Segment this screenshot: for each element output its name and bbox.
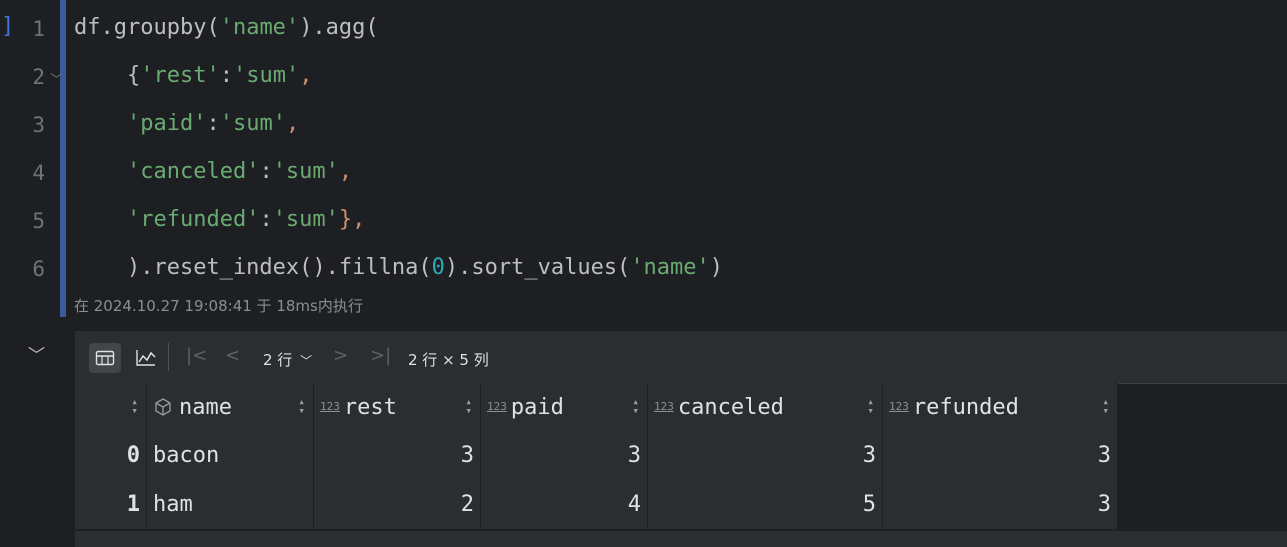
code-token: 'sum' (219, 111, 286, 136)
sort-icon[interactable]: ▴ ▾ (465, 396, 472, 416)
column-header-refunded[interactable]: 123 refunded ▴ ▾ (882, 383, 1118, 431)
code-line[interactable]: 'paid':'sum', (74, 111, 299, 136)
code-token: 'canceled' (126, 159, 260, 184)
sort-icon[interactable]: ▴ ▾ (632, 396, 639, 416)
code-line[interactable]: ).reset_index().fillna(0).sort_values('n… (74, 255, 723, 280)
fold-chevron-icon[interactable]: ﹀ (50, 69, 63, 88)
code-token: 'sum' (232, 63, 300, 88)
code-token: , (338, 159, 353, 184)
line-number: 1 (32, 17, 45, 41)
row-index: 0 (75, 431, 147, 480)
code-token: ).sort_values( (444, 255, 631, 280)
code-line[interactable]: df.groupby('name').agg( (74, 15, 379, 40)
table-cell[interactable]: 4 (480, 480, 648, 529)
column-header-paid[interactable]: 123 paid ▴ ▾ (480, 383, 648, 431)
code-token: 'sum' (272, 159, 339, 184)
code-token: 'paid' (126, 111, 207, 136)
previous-page-icon[interactable]: < (225, 345, 240, 366)
code-line[interactable]: 'canceled':'sum', (74, 159, 352, 184)
code-token: 0 (431, 255, 445, 280)
cell-selection-bar (60, 0, 66, 317)
line-number: 6 (32, 257, 45, 281)
table-icon (95, 350, 115, 366)
code-token: 'rest' (140, 63, 220, 88)
column-header-label: canceled (677, 394, 784, 420)
code-token: : (259, 159, 273, 184)
line-number: 3 (32, 113, 45, 137)
output-footer (75, 531, 1287, 547)
dataframe-table: ▴▾ name ▴▾ 123rest ▴▾ 123paid ▴▾ 1 (75, 383, 1118, 529)
rows-per-page-select[interactable]: 2 行 ﹀ (263, 349, 312, 370)
column-header-rest[interactable]: 123 rest ▴ ▾ (313, 383, 481, 431)
line-chart-icon (136, 350, 156, 366)
column-header-label: paid (510, 394, 564, 420)
sort-icon[interactable]: ▴ ▾ (1102, 396, 1109, 416)
table-cell[interactable]: 2 (313, 480, 481, 529)
column-header-label: refunded (912, 394, 1019, 420)
table-cell[interactable]: bacon (146, 431, 314, 480)
code-token: ).agg( (299, 15, 379, 40)
code-token: , (285, 111, 300, 136)
numeric-type-icon: 123 (487, 399, 507, 413)
sort-icon[interactable]: ▴ ▾ (298, 396, 305, 416)
code-token: ).reset_index().fillna( (74, 255, 432, 280)
code-token: }, (338, 207, 366, 232)
table-cell[interactable]: 3 (313, 431, 481, 480)
table-cell[interactable]: 3 (480, 431, 648, 480)
code-token: df.groupby( (74, 15, 220, 40)
column-header-canceled[interactable]: 123 canceled ▴ ▾ (647, 383, 883, 431)
numeric-type-icon: 123 (654, 399, 674, 413)
first-page-icon[interactable]: |< (186, 345, 207, 366)
line-number: 2 (32, 65, 45, 89)
line-number: 4 (32, 161, 45, 185)
chevron-down-icon: ﹀ (300, 354, 313, 368)
table-cell[interactable]: 5 (647, 480, 883, 529)
row-index: 1 (75, 480, 147, 529)
table-cell[interactable]: 3 (882, 431, 1118, 480)
table-cell[interactable]: 3 (882, 480, 1118, 529)
code-token: 'refunded' (126, 207, 260, 232)
code-token: { (74, 63, 141, 88)
output-toolbar: |< < 2 行 ﹀ > >| 2 行 × 5 列 (75, 331, 1287, 384)
sort-icon[interactable]: ▴ ▾ (867, 396, 874, 416)
code-token: : (219, 63, 233, 88)
execution-status: 在 2024.10.27 19:08:41 于 18ms内执行 (74, 297, 363, 315)
code-token: ) (709, 255, 724, 280)
column-header-label: rest (343, 394, 397, 420)
numeric-type-icon: 123 (320, 399, 340, 413)
next-page-icon[interactable]: > (333, 345, 348, 366)
code-token: 'sum' (272, 207, 339, 232)
code-token: : (206, 111, 220, 136)
code-line[interactable]: 'refunded':'sum'}, (74, 207, 365, 232)
chart-view-button[interactable] (129, 343, 161, 373)
code-line[interactable]: {'rest':'sum', (74, 63, 312, 88)
table-cell[interactable]: ham (146, 480, 314, 529)
code-token: 'name' (630, 255, 710, 280)
table-row[interactable]: 1 ham 2 4 5 3 (75, 480, 1118, 529)
last-page-icon[interactable]: >| (370, 345, 391, 366)
column-header-label: name (179, 394, 232, 420)
table-view-button[interactable] (89, 343, 121, 373)
rows-per-page-label: 2 行 (263, 351, 293, 369)
code-token: 'name' (219, 15, 300, 40)
code-token: , (299, 63, 313, 88)
table-header-row: ▴▾ name ▴▾ 123rest ▴▾ 123paid ▴▾ 1 (75, 383, 1118, 431)
code-token: : (259, 207, 273, 232)
column-header-name[interactable]: name ▴ ▾ (146, 383, 314, 431)
toolbar-divider (168, 343, 169, 371)
numeric-type-icon: 123 (889, 399, 909, 413)
object-type-icon (155, 397, 171, 416)
table-cell[interactable]: 3 (647, 431, 883, 480)
index-column-header[interactable]: ▴ ▾ (75, 383, 147, 431)
sort-icon[interactable]: ▴ ▾ (131, 396, 138, 416)
table-row[interactable]: 0 bacon 3 3 3 3 (75, 431, 1118, 480)
table-dimensions: 2 行 × 5 列 (408, 351, 489, 369)
collapse-output-chevron-icon[interactable]: ﹀ (28, 341, 45, 366)
line-number: 5 (32, 209, 45, 233)
